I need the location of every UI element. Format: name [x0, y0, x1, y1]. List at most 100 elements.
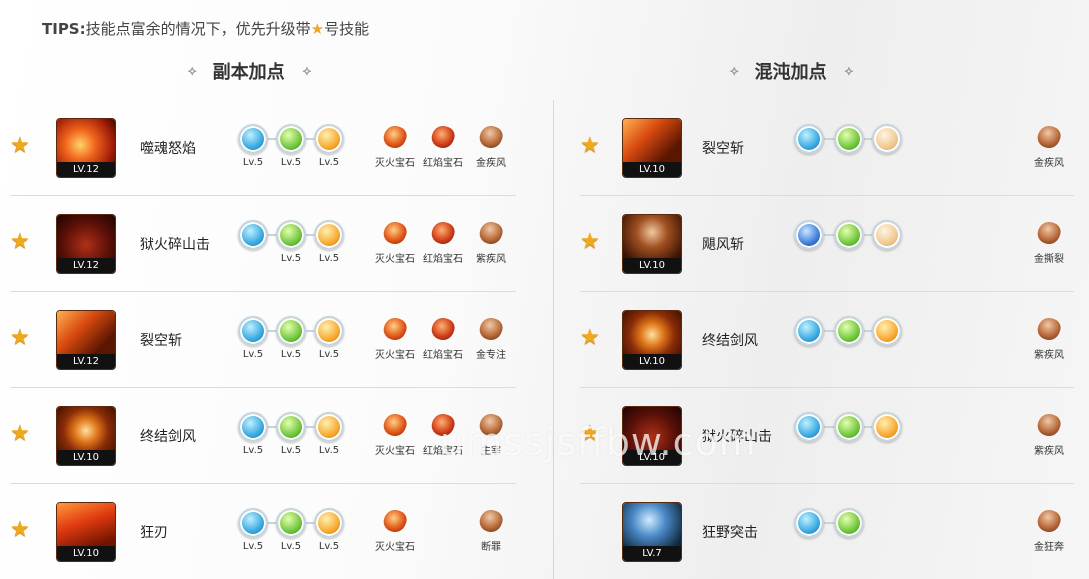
rune-slot[interactable]: Lv.5 [238, 124, 268, 169]
gem-slot[interactable]: 紫疾风 [466, 218, 516, 265]
gem-icon [380, 314, 410, 344]
gem-label: 金疾风 [476, 158, 506, 169]
rune-slot[interactable]: Lv.5 [238, 412, 268, 457]
gem-label: 紫疾风 [1034, 350, 1064, 361]
gem-icon [1034, 122, 1064, 152]
rune-slot[interactable] [238, 220, 268, 265]
rune-slot[interactable] [834, 124, 864, 169]
rune-slot[interactable]: Lv.5 [276, 508, 306, 553]
skill-row: ★ LV.10 飓风斩 金撕裂 [580, 196, 1074, 292]
rune-slot[interactable]: Lv.5 [314, 124, 344, 169]
gem-slot[interactable]: 灭火宝石 [370, 410, 420, 457]
rune-slot[interactable] [872, 124, 902, 169]
rune-level-label [794, 157, 824, 169]
gem-slot[interactable]: 灭火宝石 [370, 122, 420, 169]
rune-icon [276, 220, 306, 250]
rune-icon [238, 220, 268, 250]
gem-icon [380, 410, 410, 440]
gem-icon [476, 506, 506, 536]
skill-icon[interactable]: LV.10 [622, 214, 682, 274]
skill-icon[interactable]: LV.10 [622, 310, 682, 370]
skill-icon[interactable]: LV.12 [56, 214, 116, 274]
skill-level-badge: LV.7 [623, 546, 681, 561]
rune-slot[interactable]: Lv.5 [276, 316, 306, 361]
skill-row: ★ LV.12 噬魂怒焰 Lv.5 Lv.5 Lv.5 灭火宝石 红焰宝石 金疾风 [10, 100, 516, 196]
rune-level-label [794, 541, 824, 553]
skill-name: 狂野突击 [702, 525, 758, 541]
gem-icon [380, 218, 410, 248]
rune-level-label [872, 349, 902, 361]
rune-slot[interactable]: Lv.5 [314, 412, 344, 457]
gem-slot[interactable]: 灭火宝石 [370, 218, 420, 265]
priority-star-icon: ★ [580, 325, 600, 350]
rune-slot[interactable] [794, 508, 824, 553]
rune-slot[interactable] [794, 220, 824, 265]
rune-level-label [872, 445, 902, 457]
rune-icon [314, 124, 344, 154]
rune-level-label [872, 157, 902, 169]
skill-level-badge: LV.10 [623, 162, 681, 177]
rune-icon [834, 412, 864, 442]
rune-slot[interactable]: Lv.5 [238, 316, 268, 361]
rune-slot[interactable] [872, 316, 902, 361]
skill-art-icon [623, 119, 681, 162]
gem-slot[interactable]: 红焰宝石 [418, 314, 468, 361]
rune-icon [276, 412, 306, 442]
rune-icon [834, 316, 864, 346]
gem-slot[interactable]: 红焰宝石 [418, 122, 468, 169]
rune-slot[interactable] [872, 220, 902, 265]
rune-slot[interactable]: Lv.5 [276, 220, 306, 265]
gem-icon [428, 218, 458, 248]
gem-icon [428, 314, 458, 344]
dungeon-title-text: 副本加点 [212, 62, 285, 83]
rune-slot[interactable] [834, 220, 864, 265]
gem-icon [476, 314, 506, 344]
gem-slot[interactable]: 金疾风 [466, 122, 516, 169]
chaos-section-title: ⟡ 混沌加点 ⟡ [730, 58, 853, 84]
rune-slot[interactable] [794, 124, 824, 169]
skill-icon[interactable]: LV.12 [56, 118, 116, 178]
gem-slot[interactable]: 红焰宝石 [418, 218, 468, 265]
skill-icon[interactable]: LV.10 [56, 502, 116, 562]
skill-art-icon [623, 215, 681, 258]
rune-slot[interactable] [834, 508, 864, 553]
rune-slot[interactable]: Lv.5 [276, 124, 306, 169]
rune-slot[interactable] [794, 412, 824, 457]
skill-icon[interactable]: LV.10 [622, 118, 682, 178]
skill-level-badge: LV.10 [623, 258, 681, 273]
gem-label: 紫疾风 [476, 254, 506, 265]
skill-icon[interactable]: LV.12 [56, 310, 116, 370]
gem-icon [1034, 410, 1064, 440]
rune-icon [872, 412, 902, 442]
skill-row: ★ LV.10 裂空斩 金疾风 [580, 100, 1074, 196]
priority-star-icon: ★ [10, 517, 30, 542]
gem-label: 金狂奔 [1034, 542, 1064, 553]
rune-icon [314, 412, 344, 442]
gem-slot[interactable]: 断罪 [466, 506, 516, 553]
rune-slot[interactable]: Lv.5 [276, 412, 306, 457]
gem-slot[interactable]: 金疾风 [1024, 122, 1074, 169]
gem-slot[interactable]: 金狂奔 [1024, 506, 1074, 553]
gem-label: 灭火宝石 [375, 446, 415, 457]
gem-slot[interactable]: 灭火宝石 [370, 314, 420, 361]
skill-level-badge: LV.10 [57, 546, 115, 561]
rune-slot[interactable]: Lv.5 [314, 316, 344, 361]
priority-star-icon: ★ [10, 421, 30, 446]
skill-icon[interactable]: LV.10 [56, 406, 116, 466]
gem-slot[interactable]: 灭火宝石 [370, 506, 420, 553]
column-divider [553, 100, 554, 579]
gem-slot[interactable]: 金专注 [466, 314, 516, 361]
rune-icon [794, 124, 824, 154]
rune-slot[interactable] [834, 412, 864, 457]
rune-slot[interactable]: Lv.5 [314, 508, 344, 553]
rune-slot[interactable] [834, 316, 864, 361]
rune-icon [314, 220, 344, 250]
rune-slot[interactable] [794, 316, 824, 361]
rune-slot[interactable]: Lv.5 [314, 220, 344, 265]
skill-icon[interactable]: LV.7 [622, 502, 682, 562]
rune-slot[interactable] [872, 412, 902, 457]
rune-slot[interactable]: Lv.5 [238, 508, 268, 553]
gem-slot[interactable]: 紫疾风 [1024, 314, 1074, 361]
gem-slot[interactable]: 紫疾风 [1024, 410, 1074, 457]
gem-slot[interactable]: 金撕裂 [1024, 218, 1074, 265]
